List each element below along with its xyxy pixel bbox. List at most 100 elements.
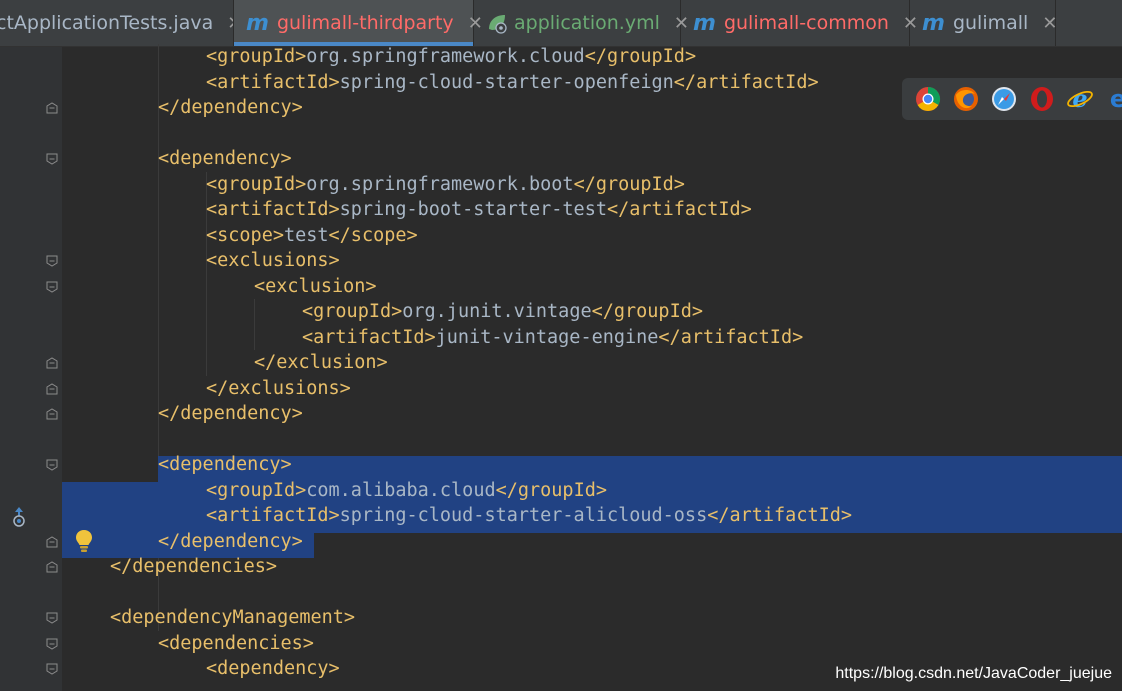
xml-text: test: [283, 224, 329, 246]
code-line[interactable]: <groupId>org.junit.vintage</groupId>: [62, 299, 1122, 325]
code-line[interactable]: </dependency>: [62, 401, 1122, 427]
xml-tag: <dependencies>: [158, 632, 314, 654]
code-line[interactable]: <artifactId>spring-cloud-starter-aliclou…: [62, 503, 1122, 529]
fold-open-icon[interactable]: [46, 459, 58, 471]
code-line[interactable]: </exclusions>: [62, 376, 1122, 402]
xml-tag: <artifactId>: [206, 505, 340, 526]
xml-tag: </exclusions>: [206, 377, 351, 399]
xml-text: org.springframework.boot: [306, 173, 574, 195]
xml-text: com.alibaba.cloud: [306, 479, 496, 501]
xml-tag: <artifactId>: [206, 199, 340, 220]
code-line[interactable]: <groupId>org.springframework.boot</group…: [62, 172, 1122, 198]
tab-gulimall-common[interactable]: m gulimall-common ✕: [681, 0, 918, 46]
xml-text: org.junit.vintage: [402, 301, 592, 322]
xml-text: spring-boot-starter-test: [339, 199, 607, 220]
code-line[interactable]: [62, 121, 1122, 147]
browser-preview-strip: e e: [902, 78, 1122, 120]
code-line[interactable]: <scope>test</scope>: [62, 223, 1122, 249]
code-editor[interactable]: <groupId>org.springframework.cloud</grou…: [62, 44, 1122, 691]
code-line[interactable]: </dependencies>: [62, 554, 1122, 580]
code-line[interactable]: <artifactId>spring-boot-starter-test</ar…: [62, 197, 1122, 223]
xml-tag: </exclusion>: [254, 352, 388, 373]
code-line[interactable]: <dependencyManagement>: [62, 605, 1122, 631]
lightbulb-icon[interactable]: [74, 528, 94, 554]
implemented-marker-icon[interactable]: [10, 506, 28, 528]
maven-icon: m: [922, 10, 945, 36]
xml-tag: </artifactId>: [606, 199, 752, 220]
opera-icon[interactable]: [1028, 85, 1056, 113]
chrome-icon[interactable]: [914, 85, 942, 113]
code-line[interactable]: <exclusion>: [62, 274, 1122, 300]
xml-tag: <groupId>: [206, 173, 307, 195]
ie-icon[interactable]: e: [1066, 85, 1094, 113]
xml-text: spring-cloud-starter-openfeign: [339, 71, 674, 93]
code-line[interactable]: <dependency>: [62, 452, 1122, 478]
tab-gulimall[interactable]: m gulimall ✕: [910, 0, 1057, 46]
watermark: https://blog.csdn.net/JavaCoder_juejue: [835, 665, 1112, 682]
xml-tag: <exclusions>: [206, 250, 340, 271]
spring-leaf-icon: [489, 15, 507, 34]
close-icon[interactable]: ✕: [227, 13, 233, 34]
xml-tag: </artifactId>: [707, 505, 853, 526]
fold-open-icon[interactable]: [46, 663, 58, 675]
fold-close-icon[interactable]: [46, 408, 58, 420]
xml-tag: <groupId>: [302, 301, 403, 322]
xml-tag: </groupId>: [573, 173, 685, 195]
tab-application-tests[interactable]: ctApplicationTests.java ✕: [0, 0, 234, 46]
fold-close-icon[interactable]: [46, 535, 58, 548]
xml-tag: </groupId>: [584, 46, 697, 67]
xml-tag: </artifactId>: [673, 71, 819, 93]
code-line[interactable]: [62, 580, 1122, 606]
safari-icon[interactable]: [990, 85, 1018, 113]
maven-icon: m: [693, 10, 716, 36]
xml-tag: <scope>: [206, 224, 284, 246]
svg-text:e: e: [1072, 85, 1087, 113]
svg-text:e: e: [1110, 85, 1122, 113]
code-line[interactable]: <groupId>org.springframework.cloud</grou…: [62, 44, 1122, 70]
fold-close-icon[interactable]: [46, 102, 58, 114]
xml-tag: </dependency>: [158, 530, 303, 552]
fold-open-icon[interactable]: [46, 638, 58, 650]
editor-gutter: [0, 47, 62, 691]
maven-icon: m: [246, 10, 269, 36]
fold-close-icon[interactable]: [46, 382, 58, 395]
fold-open-icon[interactable]: [46, 281, 58, 293]
firefox-icon[interactable]: [952, 85, 980, 113]
tab-label: gulimall-common: [723, 12, 889, 34]
editor-tab-bar: ctApplicationTests.java ✕ m gulimall-thi…: [0, 0, 1122, 47]
code-line[interactable]: <artifactId>junit-vintage-engine</artifa…: [62, 325, 1122, 351]
xml-tag: <exclusion>: [254, 275, 377, 297]
code-line[interactable]: </exclusion>: [62, 350, 1122, 376]
edge-icon[interactable]: e: [1104, 85, 1122, 113]
xml-tag: </dependency>: [158, 403, 303, 424]
xml-tag: <dependency>: [206, 658, 340, 679]
code-line[interactable]: <dependency>: [62, 146, 1122, 172]
xml-tag: <groupId>: [206, 479, 307, 501]
fold-open-icon[interactable]: [46, 612, 58, 624]
xml-tag: <artifactId>: [206, 71, 340, 93]
code-line[interactable]: <dependencies>: [62, 631, 1122, 657]
xml-text: spring-cloud-starter-alicloud-oss: [339, 505, 708, 526]
close-icon[interactable]: ✕: [1042, 13, 1057, 34]
code-line[interactable]: <groupId>com.alibaba.cloud</groupId>: [62, 478, 1122, 504]
tab-gulimall-thirdparty[interactable]: m gulimall-thirdparty ✕: [234, 0, 483, 46]
xml-tag: </dependencies>: [110, 556, 278, 577]
fold-open-icon[interactable]: [46, 255, 58, 267]
xml-tag: <dependencyManagement>: [110, 607, 356, 628]
xml-tag: <groupId>: [206, 46, 307, 67]
code-line[interactable]: [62, 427, 1122, 453]
xml-tag: </groupId>: [591, 301, 703, 322]
code-line[interactable]: <exclusions>: [62, 248, 1122, 274]
xml-tag: <dependency>: [158, 454, 292, 475]
xml-tag: </groupId>: [495, 479, 607, 501]
xml-tag: </dependency>: [158, 97, 303, 118]
tab-label: application.yml: [514, 12, 660, 34]
tab-application-yml[interactable]: application.yml ✕: [474, 0, 689, 46]
fold-open-icon[interactable]: [46, 153, 58, 165]
tab-label: ctApplicationTests.java: [0, 12, 214, 34]
fold-close-icon[interactable]: [46, 357, 58, 369]
xml-tag: <dependency>: [158, 148, 292, 169]
fold-close-icon[interactable]: [46, 561, 58, 573]
code-line[interactable]: </dependency>: [62, 529, 1122, 555]
xml-text: junit-vintage-engine: [435, 326, 659, 348]
